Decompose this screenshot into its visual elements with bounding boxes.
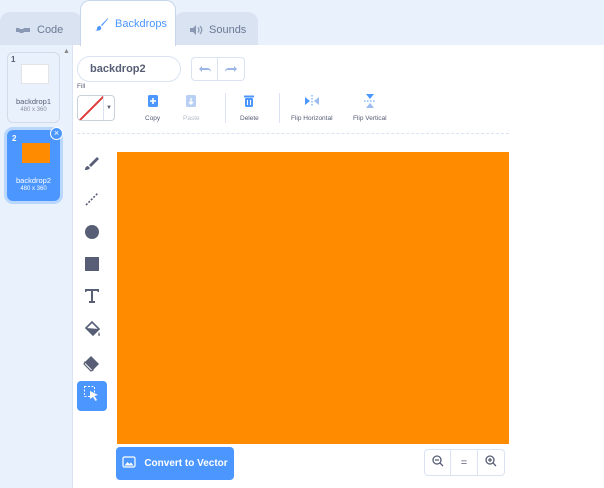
paste-icon bbox=[185, 92, 197, 110]
tab-code-label: Code bbox=[37, 23, 64, 36]
circle-tool[interactable] bbox=[77, 219, 107, 249]
line-tool[interactable] bbox=[77, 186, 107, 216]
zoom-reset-button[interactable]: = bbox=[451, 449, 478, 476]
delete-button[interactable]: Delete bbox=[240, 92, 259, 122]
line-icon bbox=[83, 190, 101, 213]
backdrop-item-1[interactable]: 1 backdrop1 480 x 360 bbox=[7, 52, 60, 123]
backdrop-size: 480 x 360 bbox=[20, 107, 47, 113]
redo-icon bbox=[224, 60, 238, 78]
flip-vertical-button[interactable]: Flip Vertical bbox=[353, 92, 387, 122]
brush-tool[interactable] bbox=[77, 151, 107, 181]
code-icon bbox=[15, 25, 31, 35]
backdrop-item-2[interactable]: 2 × backdrop2 480 x 360 bbox=[7, 127, 63, 201]
backdrop-number: 2 bbox=[12, 134, 17, 143]
tab-code[interactable]: Code bbox=[0, 12, 82, 46]
flip-vertical-label: Flip Vertical bbox=[353, 115, 387, 122]
zoom-controls: = bbox=[424, 449, 505, 476]
scroll-up-icon[interactable]: ▲ bbox=[63, 48, 70, 55]
backdrop-size: 480 x 360 bbox=[20, 186, 47, 192]
select-icon bbox=[83, 385, 101, 408]
tab-sounds-label: Sounds bbox=[209, 23, 247, 36]
flip-horizontal-label: Flip Horizontal bbox=[291, 115, 333, 122]
copy-icon bbox=[147, 92, 159, 110]
convert-to-vector-button[interactable]: Convert to Vector bbox=[116, 447, 234, 480]
speaker-icon bbox=[189, 24, 203, 36]
costume-name-input[interactable] bbox=[77, 56, 181, 82]
tab-backdrops[interactable]: Backdrops bbox=[80, 0, 176, 46]
backdrop-number: 1 bbox=[11, 55, 16, 64]
zoom-reset-label: = bbox=[460, 456, 468, 469]
toolbar-separator bbox=[77, 133, 509, 134]
undo-button[interactable] bbox=[191, 57, 218, 81]
tab-sounds[interactable]: Sounds bbox=[174, 12, 258, 46]
undo-redo-group bbox=[191, 57, 245, 81]
paintbrush-icon bbox=[95, 17, 109, 31]
eraser-icon bbox=[82, 353, 102, 378]
paste-label: Paste bbox=[183, 115, 200, 122]
trash-icon bbox=[243, 92, 255, 110]
fill-color-picker[interactable]: ▼ bbox=[77, 95, 115, 121]
flip-vertical-icon bbox=[363, 92, 376, 110]
fill-swatch bbox=[78, 96, 104, 120]
convert-label: Convert to Vector bbox=[144, 458, 228, 469]
backdrop-thumbnail bbox=[21, 64, 49, 84]
copy-button[interactable]: Copy bbox=[145, 92, 160, 122]
paint-canvas[interactable] bbox=[117, 152, 509, 444]
backdrop-thumbnail bbox=[22, 143, 50, 163]
text-icon bbox=[83, 287, 101, 310]
rectangle-icon bbox=[83, 255, 101, 278]
zoom-out-icon bbox=[431, 455, 444, 470]
text-tool[interactable] bbox=[77, 283, 107, 313]
backdrop-name: backdrop1 bbox=[15, 97, 52, 106]
fill-bucket-icon bbox=[82, 319, 102, 344]
editor-tabbar: Code Backdrops Sounds bbox=[0, 0, 604, 46]
toolbar-divider bbox=[279, 93, 280, 123]
chevron-down-icon: ▼ bbox=[106, 105, 112, 111]
delete-backdrop-icon[interactable]: × bbox=[50, 127, 63, 140]
brush-icon bbox=[83, 155, 101, 178]
circle-icon bbox=[83, 223, 101, 246]
fill-tool[interactable] bbox=[77, 316, 107, 346]
select-tool[interactable] bbox=[77, 381, 107, 411]
tab-backdrops-label: Backdrops bbox=[115, 17, 167, 30]
toolbar-divider bbox=[225, 93, 226, 123]
image-icon bbox=[122, 456, 136, 471]
fill-label: Fill bbox=[77, 83, 86, 90]
flip-horizontal-icon bbox=[304, 92, 320, 110]
backdrop-name: backdrop2 bbox=[15, 176, 52, 185]
delete-label: Delete bbox=[240, 115, 259, 122]
zoom-in-button[interactable] bbox=[478, 449, 505, 476]
copy-label: Copy bbox=[145, 115, 161, 122]
zoom-in-icon bbox=[485, 455, 497, 470]
eraser-tool[interactable] bbox=[77, 350, 107, 380]
zoom-out-button[interactable] bbox=[424, 449, 451, 476]
redo-button[interactable] bbox=[218, 57, 245, 81]
flip-horizontal-button[interactable]: Flip Horizontal bbox=[291, 92, 333, 122]
undo-icon bbox=[198, 60, 212, 78]
rectangle-tool[interactable] bbox=[77, 251, 107, 281]
paint-editor: Fill ▼ Copy Paste Delete Flip Horizontal bbox=[73, 45, 604, 488]
paste-button[interactable]: Paste bbox=[183, 92, 200, 122]
